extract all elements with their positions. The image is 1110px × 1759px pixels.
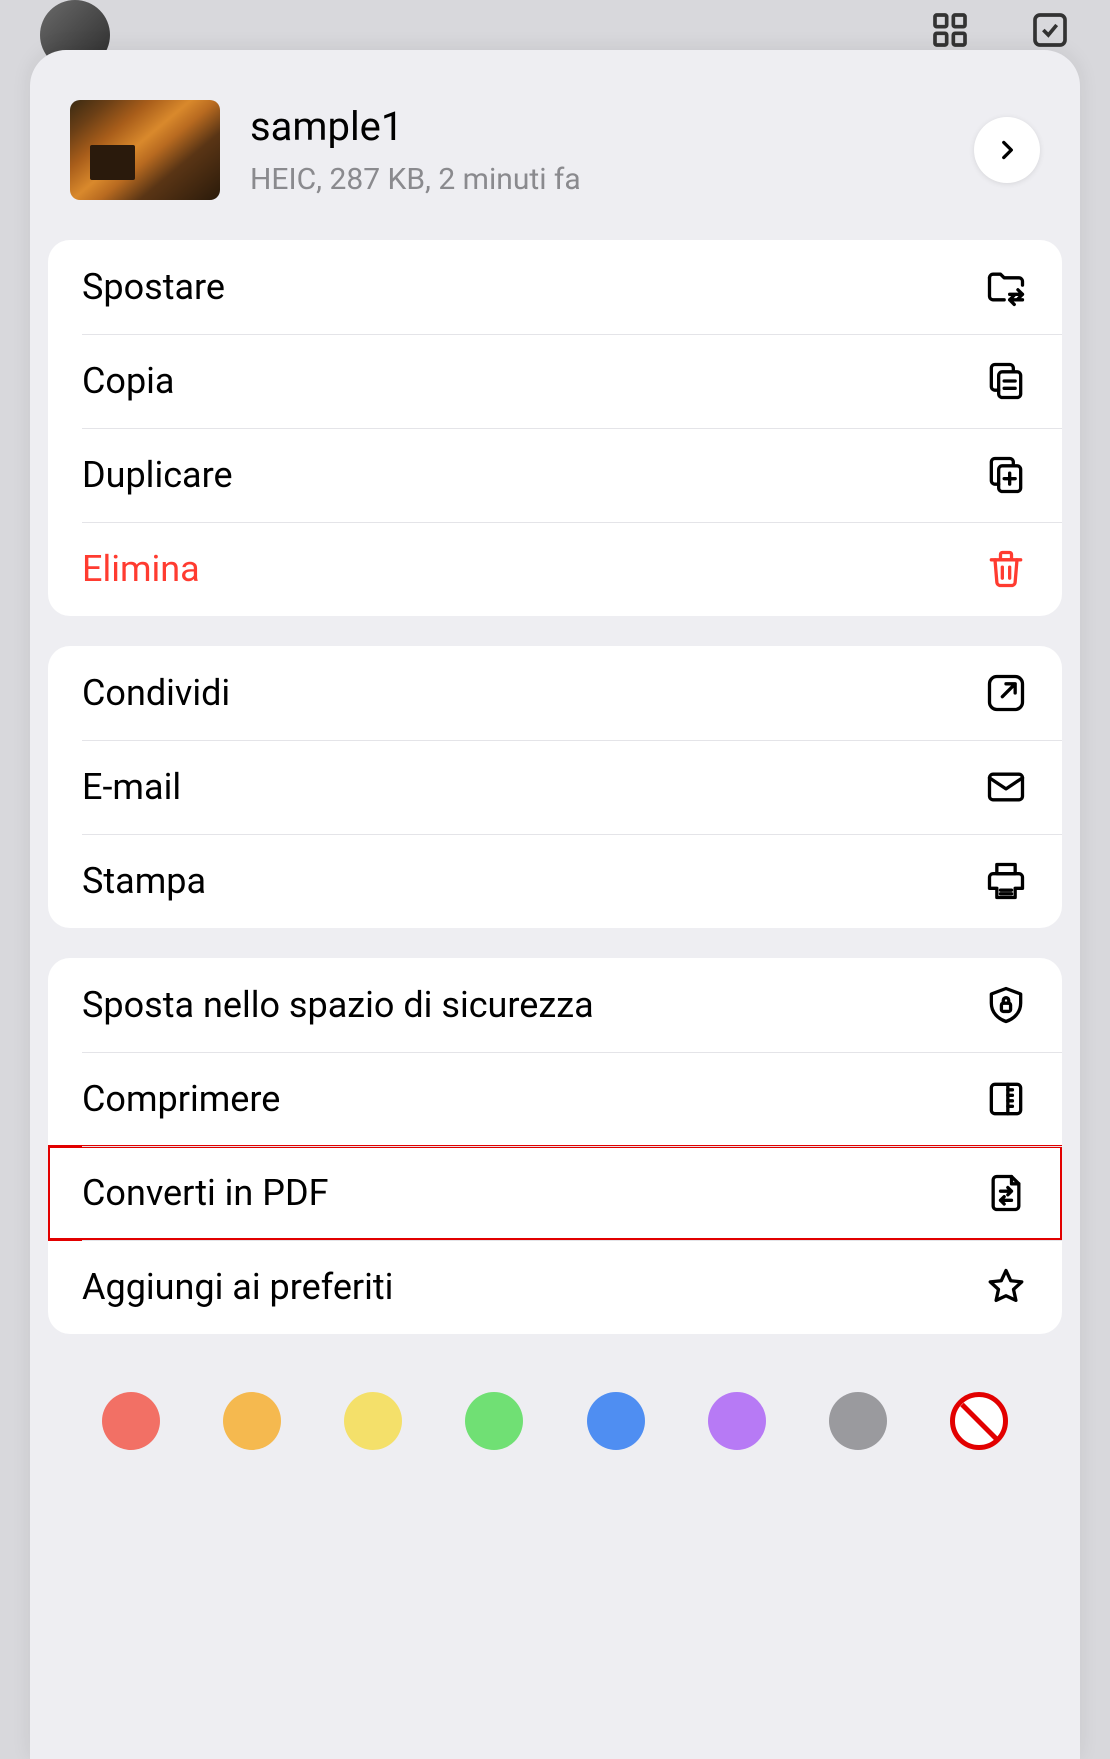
menu-item[interactable]: Sposta nello spazio di sicurezza: [48, 958, 1062, 1052]
star-icon: [984, 1265, 1028, 1309]
file-thumbnail: [70, 100, 220, 200]
color-swatch-yellow[interactable]: [344, 1392, 402, 1450]
color-swatch-none[interactable]: [950, 1392, 1008, 1450]
menu-item[interactable]: Duplicare: [48, 428, 1062, 522]
file-info: sample1 HEIC, 287 KB, 2 minuti fa: [250, 103, 944, 197]
menu-item[interactable]: Comprimere: [48, 1052, 1062, 1146]
archive-icon: [984, 1077, 1028, 1121]
menu-item[interactable]: Stampa: [48, 834, 1062, 928]
menu-group: Spostare Copia Duplicare Elimina: [48, 240, 1062, 616]
menu-item-label: E-mail: [82, 766, 181, 808]
color-swatch-purple[interactable]: [708, 1392, 766, 1450]
shield-lock-icon: [984, 983, 1028, 1027]
menu-item[interactable]: Copia: [48, 334, 1062, 428]
convert-icon: [984, 1171, 1028, 1215]
file-title: sample1: [250, 103, 944, 150]
menu-item[interactable]: Aggiungi ai preferiti: [48, 1240, 1062, 1334]
menu-item-label: Spostare: [82, 266, 225, 308]
menu-item-label: Duplicare: [82, 454, 233, 496]
share-icon: [984, 671, 1028, 715]
duplicate-icon: [984, 453, 1028, 497]
menu-item-label: Elimina: [82, 548, 200, 590]
color-swatch-gray[interactable]: [829, 1392, 887, 1450]
print-icon: [984, 859, 1028, 903]
color-swatch-blue[interactable]: [587, 1392, 645, 1450]
color-swatch-orange[interactable]: [223, 1392, 281, 1450]
menu-item[interactable]: E-mail: [48, 740, 1062, 834]
menu-item[interactable]: Condividi: [48, 646, 1062, 740]
menu-item-label: Sposta nello spazio di sicurezza: [82, 984, 594, 1026]
menu-item-label: Comprimere: [82, 1078, 280, 1120]
menu-group: Condividi E-mail Stampa: [48, 646, 1062, 928]
file-header: sample1 HEIC, 287 KB, 2 minuti fa: [30, 80, 1080, 240]
menu-item-label: Stampa: [82, 860, 206, 902]
grid-view-icon[interactable]: [930, 10, 970, 50]
menu-item-label: Aggiungi ai preferiti: [82, 1266, 393, 1308]
menu-item[interactable]: Spostare: [48, 240, 1062, 334]
menu-item[interactable]: Elimina: [48, 522, 1062, 616]
menu-item[interactable]: Converti in PDF: [48, 1146, 1062, 1240]
action-sheet: sample1 HEIC, 287 KB, 2 minuti fa Sposta…: [30, 50, 1080, 1759]
folder-move-icon: [984, 265, 1028, 309]
menu-item-label: Condividi: [82, 672, 230, 714]
menu-item-label: Copia: [82, 360, 175, 402]
file-details-button[interactable]: [974, 117, 1040, 183]
select-icon[interactable]: [1030, 10, 1070, 50]
menu-item-label: Converti in PDF: [82, 1172, 328, 1214]
trash-icon: [984, 547, 1028, 591]
mail-icon: [984, 765, 1028, 809]
menu-group: Sposta nello spazio di sicurezza Comprime…: [48, 958, 1062, 1334]
color-tag-row: [30, 1364, 1080, 1450]
file-meta: HEIC, 287 KB, 2 minuti fa: [250, 162, 944, 197]
color-swatch-green[interactable]: [465, 1392, 523, 1450]
copy-icon: [984, 359, 1028, 403]
chevron-right-icon: [994, 137, 1020, 163]
color-swatch-red[interactable]: [102, 1392, 160, 1450]
